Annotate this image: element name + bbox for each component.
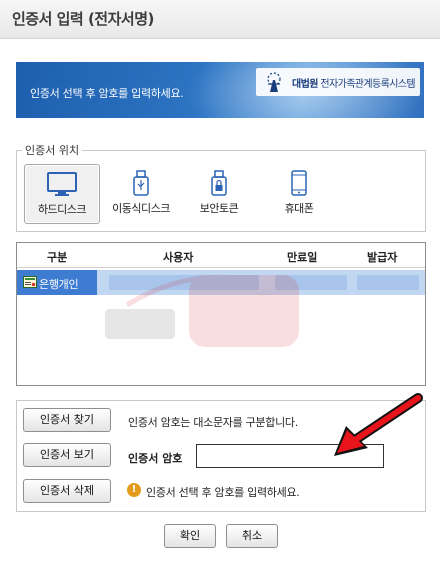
red-arrow-icon — [334, 393, 423, 456]
column-type[interactable]: 구분 — [47, 249, 67, 265]
location-removable-disk[interactable]: 이동식디스크 — [104, 164, 178, 222]
title-bar: 인증서 입력 (전자서명) — [0, 0, 440, 39]
security-token-icon — [211, 170, 227, 196]
location-mobile-phone[interactable]: 휴대폰 — [262, 164, 336, 222]
banner: 인증서 선택 후 암호를 입력하세요. 대법원 전자가족관계등록시스템 — [16, 62, 424, 118]
cancel-button[interactable]: 취소 — [226, 524, 278, 548]
usb-icon — [133, 170, 149, 196]
find-certificate-button[interactable]: 인증서 찾기 — [23, 408, 111, 432]
case-sensitive-note: 인증서 암호는 대소문자를 구분합니다. — [128, 416, 298, 429]
location-harddisk-label: 하드디스크 — [37, 203, 87, 216]
redacted-issuer — [357, 275, 419, 290]
certificate-table[interactable]: 구분 사용자 만료일 발급자 은행개인 — [16, 242, 426, 386]
location-group-label: 인증서 위치 — [22, 142, 83, 158]
view-certificate-button[interactable]: 인증서 보기 — [23, 443, 111, 467]
location-security-token-label: 보안토큰 — [199, 202, 239, 215]
column-issuer[interactable]: 발급자 — [367, 249, 397, 265]
warning-icon: ! — [127, 483, 141, 497]
row-type: 은행개인 — [39, 278, 79, 291]
ok-button[interactable]: 확인 — [164, 524, 216, 548]
banner-text: 인증서 선택 후 암호를 입력하세요. — [30, 87, 184, 100]
location-harddisk[interactable]: 하드디스크 — [24, 164, 100, 224]
column-expiry[interactable]: 만료일 — [287, 249, 317, 265]
brand-name: 대법원 전자가족관계등록시스템 — [292, 79, 416, 90]
court-seal-icon — [267, 72, 281, 92]
brand-logo: 대법원 전자가족관계등록시스템 — [256, 68, 420, 96]
column-user[interactable]: 사용자 — [163, 249, 193, 265]
monitor-icon — [47, 172, 77, 196]
certificate-icon — [23, 276, 37, 288]
location-mobile-phone-label: 휴대폰 — [284, 202, 314, 215]
warning-message: 인증서 선택 후 암호를 입력하세요. — [146, 486, 300, 499]
password-label: 인증서 암호 — [128, 452, 183, 465]
delete-certificate-button[interactable]: 인증서 삭제 — [23, 479, 111, 503]
watermark-logo — [105, 274, 299, 347]
location-removable-disk-label: 이동식디스크 — [112, 202, 170, 215]
location-security-token[interactable]: 보안토큰 — [182, 164, 256, 222]
mobile-phone-icon — [291, 170, 307, 196]
window-title: 인증서 입력 (전자서명) — [12, 10, 154, 28]
